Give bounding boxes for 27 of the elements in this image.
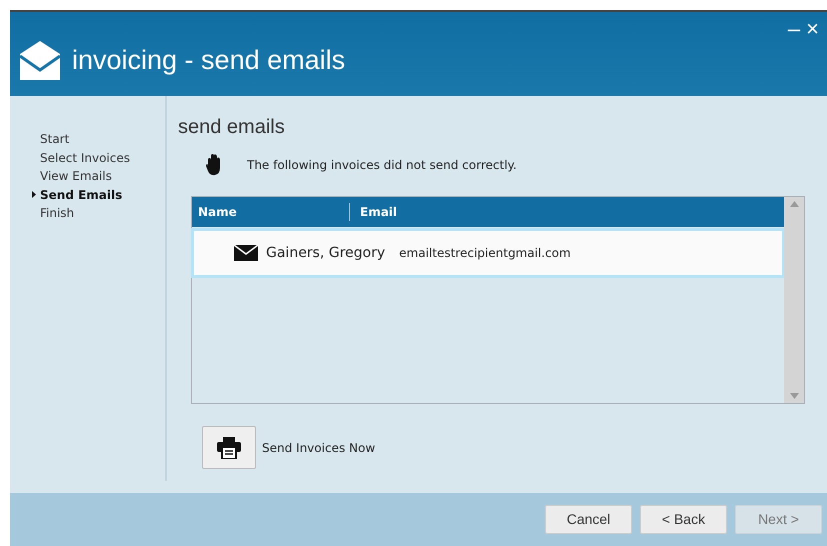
- scroll-up-icon[interactable]: [790, 201, 798, 207]
- cancel-button[interactable]: Cancel: [545, 505, 632, 534]
- page-heading: send emails: [178, 115, 286, 140]
- hand-icon: [206, 154, 221, 176]
- print-button[interactable]: [202, 426, 256, 469]
- close-button[interactable]: ×: [806, 18, 819, 40]
- caret-icon: [32, 190, 36, 198]
- scrollbar[interactable]: [784, 197, 804, 403]
- envelope-icon: [20, 40, 60, 80]
- scroll-down-icon[interactable]: [790, 393, 798, 399]
- minimize-button[interactable]: –: [788, 18, 800, 40]
- name-cell-text: Gainers, Gregory: [266, 244, 386, 262]
- action-label: Send Invoices Now: [262, 440, 376, 456]
- wizard-step[interactable]: Start: [40, 132, 70, 146]
- column-header[interactable]: Email: [350, 203, 398, 221]
- column-header[interactable]: Name: [192, 203, 350, 221]
- error-message: The following invoices did not send correctly.: [247, 157, 517, 174]
- back-button[interactable]: < Back: [640, 505, 727, 534]
- envelope-icon: [234, 245, 258, 261]
- table-row[interactable]: Gainers, Gregory emailtestrecipientgmail.com: [194, 231, 782, 275]
- window-title: invoicing - send emails: [72, 44, 346, 77]
- wizard-step[interactable]: View Emails: [40, 169, 112, 183]
- wizard-step[interactable]: Finish: [40, 206, 74, 220]
- wizard-step[interactable]: Select Invoices: [40, 150, 130, 164]
- wizard-step[interactable]: Send Emails: [40, 188, 122, 202]
- email-cell-text: emailtestrecipientgmail.com: [399, 245, 571, 262]
- printer-icon: [217, 436, 241, 458]
